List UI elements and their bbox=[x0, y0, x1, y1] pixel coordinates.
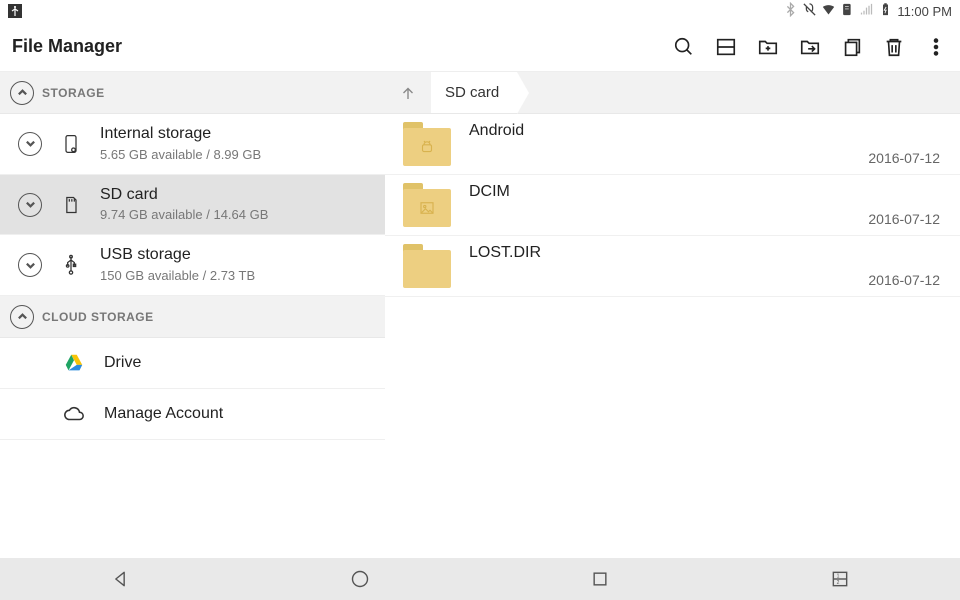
usb-icon bbox=[60, 254, 82, 276]
file-date: 2016-07-12 bbox=[868, 211, 940, 227]
file-date: 2016-07-12 bbox=[868, 150, 940, 166]
view-list-icon[interactable] bbox=[714, 35, 738, 59]
folder-icon-image bbox=[403, 183, 451, 227]
storage-name: Internal storage bbox=[100, 124, 373, 145]
content-pane: SD card Android 2016-07-12 DCIM 201 bbox=[385, 72, 960, 558]
sd-card-icon bbox=[60, 194, 82, 216]
usb-debug-icon bbox=[8, 4, 22, 18]
expand-button[interactable] bbox=[18, 253, 42, 277]
storage-name: SD card bbox=[100, 185, 373, 206]
folder-item[interactable]: LOST.DIR 2016-07-12 bbox=[385, 236, 960, 297]
wifi-icon bbox=[821, 2, 836, 20]
cloud-icon bbox=[62, 403, 86, 425]
storage-name: USB storage bbox=[100, 245, 373, 266]
status-bar: 11:00 PM bbox=[0, 0, 960, 22]
cloud-item-label: Drive bbox=[104, 354, 141, 372]
svg-text:2: 2 bbox=[837, 580, 840, 586]
cloud-item-label: Manage Account bbox=[104, 405, 223, 423]
overflow-menu-icon[interactable] bbox=[924, 35, 948, 59]
phone-storage-icon bbox=[60, 133, 82, 155]
file-name: Android bbox=[469, 122, 524, 140]
expand-button[interactable] bbox=[18, 132, 42, 156]
file-date: 2016-07-12 bbox=[868, 272, 940, 288]
sidebar-item-usb-storage[interactable]: USB storage 150 GB available / 2.73 TB bbox=[0, 235, 385, 296]
bluetooth-icon bbox=[783, 2, 798, 20]
breadcrumb-current[interactable]: SD card bbox=[431, 72, 517, 113]
file-list: Android 2016-07-12 DCIM 2016-07-12 LOST.… bbox=[385, 114, 960, 558]
svg-text:1: 1 bbox=[837, 573, 840, 579]
sidebar-item-drive[interactable]: Drive bbox=[0, 338, 385, 389]
move-icon[interactable] bbox=[798, 35, 822, 59]
system-nav-bar: 12 bbox=[0, 558, 960, 600]
search-icon[interactable] bbox=[672, 35, 696, 59]
collapse-cloud-button[interactable] bbox=[10, 305, 34, 329]
breadcrumb-label: SD card bbox=[445, 84, 499, 101]
folder-item[interactable]: DCIM 2016-07-12 bbox=[385, 175, 960, 236]
new-folder-icon[interactable] bbox=[756, 35, 780, 59]
breadcrumb: SD card bbox=[385, 72, 960, 114]
sidebar-item-internal-storage[interactable]: Internal storage 5.65 GB available / 8.9… bbox=[0, 114, 385, 175]
sim-icon bbox=[840, 2, 855, 20]
folder-icon bbox=[403, 244, 451, 288]
expand-button[interactable] bbox=[18, 193, 42, 217]
sidebar-item-manage-account[interactable]: Manage Account bbox=[0, 389, 385, 440]
nav-recent-button[interactable] bbox=[588, 567, 612, 591]
battery-icon bbox=[878, 2, 893, 20]
signal-icon bbox=[859, 2, 874, 20]
storage-detail: 9.74 GB available / 14.64 GB bbox=[100, 207, 373, 224]
section-label: STORAGE bbox=[42, 86, 105, 100]
app-bar: File Manager bbox=[0, 22, 960, 72]
folder-icon-android bbox=[403, 122, 451, 166]
status-time: 11:00 PM bbox=[897, 4, 952, 19]
nav-home-button[interactable] bbox=[348, 567, 372, 591]
sidebar: STORAGE Internal storage 5.65 GB availab… bbox=[0, 72, 385, 558]
storage-detail: 150 GB available / 2.73 TB bbox=[100, 268, 373, 285]
collapse-storage-button[interactable] bbox=[10, 81, 34, 105]
mute-icon bbox=[802, 2, 817, 20]
google-drive-icon bbox=[62, 352, 86, 374]
section-header-cloud: CLOUD STORAGE bbox=[0, 296, 385, 338]
file-name: DCIM bbox=[469, 183, 510, 201]
nav-dual-window-button[interactable]: 12 bbox=[828, 567, 852, 591]
nav-back-button[interactable] bbox=[108, 567, 132, 591]
section-header-storage: STORAGE bbox=[0, 72, 385, 114]
storage-detail: 5.65 GB available / 8.99 GB bbox=[100, 147, 373, 164]
section-label: CLOUD STORAGE bbox=[42, 310, 154, 324]
sidebar-item-sd-card[interactable]: SD card 9.74 GB available / 14.64 GB bbox=[0, 175, 385, 236]
file-name: LOST.DIR bbox=[469, 244, 541, 262]
folder-item[interactable]: Android 2016-07-12 bbox=[385, 114, 960, 175]
delete-icon[interactable] bbox=[882, 35, 906, 59]
breadcrumb-up-button[interactable] bbox=[385, 72, 431, 113]
copy-icon[interactable] bbox=[840, 35, 864, 59]
app-title: File Manager bbox=[12, 36, 122, 57]
